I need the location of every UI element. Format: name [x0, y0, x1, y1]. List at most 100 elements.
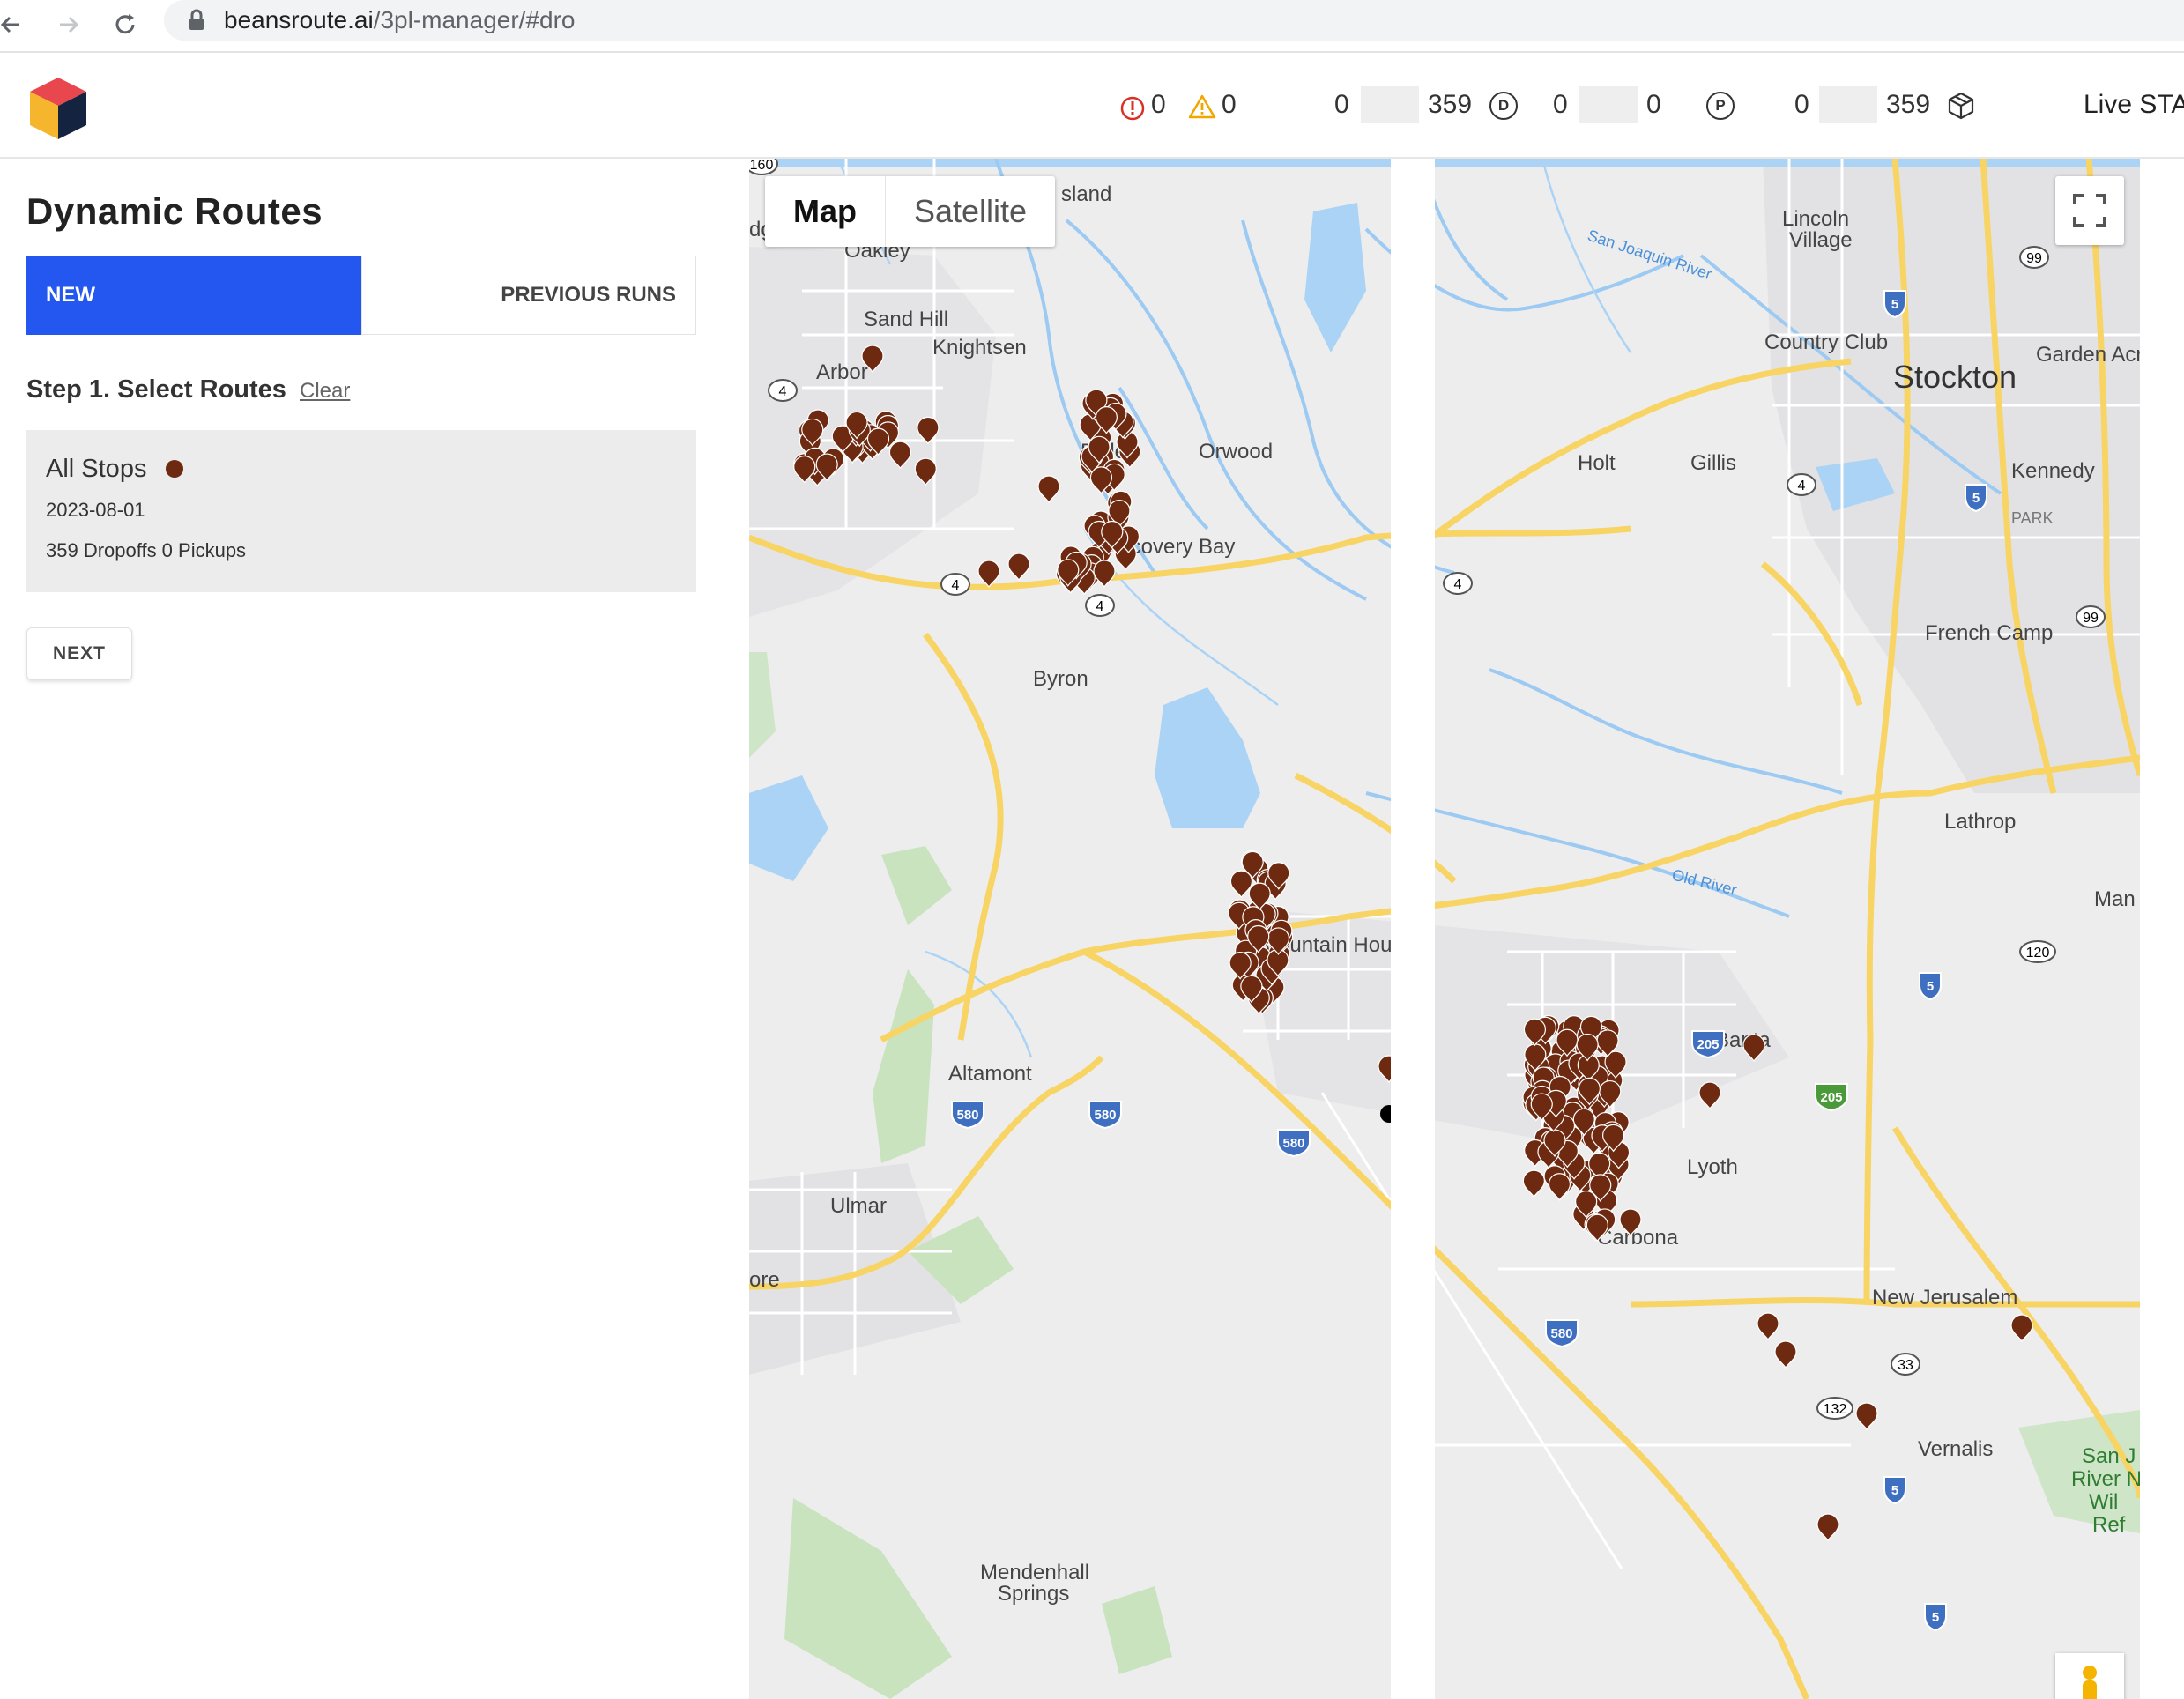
next-button[interactable]: NEXT	[26, 627, 132, 680]
svg-text:205: 205	[1697, 1037, 1719, 1052]
route-name: All Stops	[46, 455, 147, 483]
packages-left-value: 0	[1794, 90, 1809, 119]
svg-text:sland: sland	[1061, 182, 1111, 206]
lock-icon	[189, 9, 204, 30]
svg-text:Byron: Byron	[1033, 667, 1088, 691]
clear-link[interactable]: Clear	[300, 379, 350, 404]
svg-text:Man: Man	[2094, 887, 2136, 911]
svg-text:ore: ore	[749, 1268, 780, 1292]
svg-text:99: 99	[2026, 251, 2042, 266]
svg-text:Lyoth: Lyoth	[1687, 1155, 1738, 1179]
svg-text:5: 5	[1932, 1610, 1939, 1625]
app-logo[interactable]	[26, 76, 90, 141]
svg-text:Arbor: Arbor	[816, 360, 868, 384]
satellite-view-button[interactable]: Satellite	[885, 176, 1055, 247]
url-text: beansroute.ai/3pl-manager/#dro	[224, 6, 576, 34]
svg-text:Altamont: Altamont	[948, 1062, 1032, 1086]
map-view-button[interactable]: Map	[765, 176, 885, 247]
svg-text:Village: Village	[1789, 228, 1853, 252]
warning-icon	[1188, 94, 1216, 119]
url-path: /3pl-manager/#dro	[373, 6, 576, 33]
svg-text:580: 580	[1550, 1326, 1572, 1341]
svg-text:Garden Acr: Garden Acr	[2036, 343, 2140, 367]
page-title: Dynamic Routes	[26, 190, 323, 232]
svg-text:Lathrop: Lathrop	[1944, 810, 2016, 834]
url-host: beansroute.ai	[224, 6, 374, 33]
fullscreen-button[interactable]	[2055, 176, 2124, 245]
svg-text:PARK: PARK	[2011, 509, 2054, 527]
svg-text:Mendenhall: Mendenhall	[980, 1561, 1089, 1584]
dropoffs-progress-box	[1361, 86, 1419, 123]
svg-text:33: 33	[1898, 1358, 1913, 1373]
map-canvas[interactable]: Oakley Sand Hill Knightsen Arbor Bixler …	[749, 159, 2140, 1699]
map-type-control: Map Satellite	[765, 176, 1056, 247]
svg-text:4: 4	[1798, 479, 1806, 493]
svg-text:Gillis: Gillis	[1690, 451, 1736, 475]
svg-text:Vernalis: Vernalis	[1918, 1437, 1993, 1461]
svg-text:205: 205	[1820, 1090, 1842, 1105]
svg-text:San J: San J	[2082, 1444, 2136, 1468]
svg-text:4: 4	[779, 384, 787, 399]
error-count: 0	[1151, 90, 1166, 119]
svg-text:Country Club: Country Club	[1764, 330, 1888, 354]
svg-text:Orwood: Orwood	[1199, 440, 1273, 464]
forward-arrow-icon[interactable]	[51, 7, 86, 42]
tab-previous-runs[interactable]: PREVIOUS RUNS	[361, 256, 696, 335]
svg-text:Springs: Springs	[998, 1582, 1069, 1606]
pickups-left-value: 0	[1553, 90, 1568, 119]
route-4-shield: 4	[768, 379, 798, 402]
svg-text:4: 4	[952, 578, 960, 593]
svg-text:Stockton: Stockton	[1893, 359, 2017, 395]
svg-text:160: 160	[750, 159, 774, 173]
route-stop-counts: 359 Dropoffs 0 Pickups	[46, 539, 247, 561]
svg-text:5: 5	[1927, 979, 1934, 994]
tab-new[interactable]: NEW	[26, 256, 361, 335]
svg-text:5: 5	[1891, 1483, 1898, 1498]
map-right-edge	[1391, 159, 1435, 1699]
svg-text:120: 120	[2026, 946, 2050, 961]
svg-text:Holt: Holt	[1578, 451, 1616, 475]
svg-text:5: 5	[1891, 297, 1898, 312]
live-status-label: Live STA	[2084, 90, 2184, 120]
svg-text:Sand Hill: Sand Hill	[864, 308, 948, 331]
svg-text:Ref: Ref	[2092, 1513, 2126, 1537]
error-alert-icon	[1120, 96, 1145, 121]
svg-text:Lincoln: Lincoln	[1782, 207, 1849, 231]
dropoffs-right-value: 359	[1428, 90, 1473, 119]
map-tiles: Oakley Sand Hill Knightsen Arbor Bixler …	[749, 159, 2140, 1699]
svg-text:Knightsen: Knightsen	[932, 336, 1027, 360]
pickup-p-icon: P	[1706, 92, 1735, 120]
svg-text:99: 99	[2083, 611, 2099, 626]
dropoffs-left-value: 0	[1334, 90, 1349, 119]
live-status-text: Live STA	[2084, 90, 2184, 119]
street-view-pegman-button[interactable]	[2055, 1653, 2124, 1699]
packages-progress-box	[1819, 86, 1877, 123]
svg-text:580: 580	[956, 1108, 978, 1123]
svg-text:River N: River N	[2071, 1467, 2140, 1491]
pegman-icon	[2083, 1666, 2097, 1699]
step-title: Step 1. Select Routes	[26, 375, 286, 404]
svg-text:580: 580	[1282, 1136, 1304, 1151]
route-date: 2023-08-01	[46, 499, 145, 521]
reload-icon[interactable]	[108, 7, 143, 42]
svg-text:Kennedy: Kennedy	[2011, 459, 2095, 483]
svg-text:580: 580	[1094, 1108, 1116, 1123]
packages-right-value: 359	[1886, 90, 1931, 119]
svg-text:New Jerusalem: New Jerusalem	[1872, 1286, 2017, 1309]
svg-text:5: 5	[1972, 491, 1980, 506]
package-box-icon	[1948, 92, 1974, 120]
route-color-dot	[166, 460, 183, 478]
warning-count: 0	[1222, 90, 1237, 119]
fullscreen-icon	[2073, 194, 2106, 227]
svg-text:4: 4	[1454, 577, 1462, 592]
svg-text:Wil: Wil	[2089, 1490, 2118, 1514]
browser-toolbar: beansroute.ai/3pl-manager/#dro	[0, 0, 2184, 53]
pickups-right-value: 0	[1646, 90, 1661, 119]
svg-text:French Camp: French Camp	[1925, 621, 2053, 645]
svg-text:4: 4	[1096, 599, 1104, 614]
back-arrow-icon[interactable]	[0, 7, 30, 42]
pickups-progress-box	[1579, 86, 1638, 123]
dropoff-d-icon: D	[1489, 92, 1518, 120]
svg-text:Ulmar: Ulmar	[830, 1194, 887, 1218]
svg-text:132: 132	[1824, 1402, 1847, 1417]
